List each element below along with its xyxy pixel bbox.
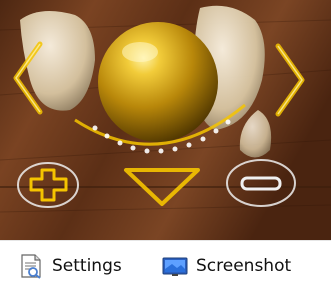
screenshot-button[interactable]: Screenshot <box>162 253 291 279</box>
settings-document-icon <box>21 254 41 279</box>
plus-icon <box>29 168 68 202</box>
zoom-out[interactable] <box>222 156 300 210</box>
3d-viewport[interactable] <box>0 0 331 240</box>
screenshot-monitor-icon <box>162 257 188 276</box>
rotate-right-arrow[interactable] <box>270 42 310 118</box>
move-down-arrow[interactable] <box>120 164 204 210</box>
screenshot-label: Screenshot <box>196 256 292 276</box>
status-bar: Settings Screenshot <box>0 240 331 285</box>
minus-icon <box>240 176 282 191</box>
settings-button[interactable]: Settings <box>18 253 122 279</box>
zoom-in[interactable] <box>14 158 82 212</box>
settings-label: Settings <box>52 256 122 276</box>
rotate-left-arrow[interactable] <box>10 40 50 116</box>
